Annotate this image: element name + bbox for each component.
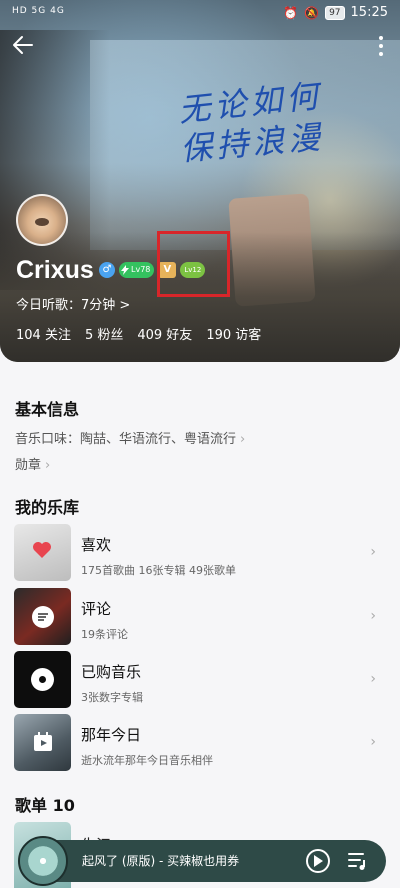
gender-badge: ♂ — [99, 262, 115, 278]
more-vertical-icon — [379, 36, 383, 40]
battery-icon: 97 — [325, 5, 345, 20]
medals-row[interactable]: 勋章 › — [15, 454, 50, 473]
chevron-right-icon: › — [240, 432, 246, 447]
disc-icon — [31, 668, 54, 691]
chevron-right-icon: › — [370, 544, 376, 560]
chevron-right-icon: › — [45, 458, 51, 473]
back-arrow-icon — [13, 36, 33, 54]
comments-thumbnail — [14, 588, 71, 645]
chevron-right-icon: › — [370, 671, 376, 687]
playlists-title: 歌单 10 — [15, 796, 75, 815]
chevron-right-icon: › — [370, 734, 376, 750]
library-item-liked[interactable]: 喜欢 175首歌曲 16张专辑 49张歌单 › — [0, 524, 400, 582]
level-badge[interactable]: Lv78 — [119, 262, 155, 278]
library-item-subtitle: 逝水流年那年今日音乐相伴 — [81, 754, 213, 767]
stat-visitors[interactable]: 190 访客 — [206, 324, 261, 343]
listen-today[interactable]: 今日听歌：7分钟 > — [16, 294, 130, 313]
mute-icon: 🔕 — [304, 5, 320, 20]
library-item-title: 那年今日 — [81, 726, 142, 744]
library-item-this-day[interactable]: 那年今日 逝水流年那年今日音乐相伴 › — [0, 714, 400, 772]
purchased-thumbnail — [14, 651, 71, 708]
calendar-icon — [34, 732, 52, 751]
alarm-icon: ⏰ — [283, 5, 299, 20]
status-bar: HD 5G 4G ⏰ 🔕 97 15:25 — [0, 0, 400, 28]
lightning-icon — [121, 265, 129, 275]
more-button[interactable] — [378, 36, 384, 56]
username: Crixus — [16, 256, 94, 284]
chevron-right-icon: › — [370, 608, 376, 624]
library-title: 我的乐库 — [15, 498, 80, 517]
play-icon — [314, 855, 323, 867]
library-item-comments[interactable]: 评论 19条评论 › — [0, 588, 400, 646]
play-button[interactable] — [306, 849, 330, 873]
medals-text: 勋章 — [15, 458, 42, 473]
avatar[interactable] — [16, 194, 68, 246]
playlist-button[interactable] — [348, 851, 368, 871]
status-right: ⏰ 🔕 97 15:25 — [283, 5, 388, 20]
highlight-box — [157, 231, 230, 297]
library-item-title: 喜欢 — [81, 536, 112, 554]
library-item-subtitle: 175首歌曲 16张专辑 49张歌单 — [81, 564, 236, 577]
comment-icon — [32, 606, 54, 628]
clock: 15:25 — [350, 5, 388, 20]
library-item-title: 评论 — [81, 600, 112, 618]
heart-icon — [33, 542, 51, 558]
library-item-subtitle: 3张数字专辑 — [81, 691, 143, 704]
library-item-title: 已购音乐 — [81, 663, 142, 681]
back-button[interactable] — [12, 34, 34, 56]
profile-stats: 104 关注 5 粉丝 409 好友 190 访客 — [16, 324, 261, 343]
stat-friends[interactable]: 409 好友 — [137, 324, 192, 343]
this-day-thumbnail — [14, 714, 71, 771]
signal-indicators: HD 5G 4G — [12, 6, 65, 16]
stat-following[interactable]: 104 关注 — [16, 324, 71, 343]
now-playing-text[interactable]: 起风了 (原版) - 买辣椒也用券 — [82, 852, 239, 869]
library-item-subtitle: 19条评论 — [81, 628, 128, 641]
playlist-icon — [348, 853, 365, 870]
basic-info-title: 基本信息 — [15, 400, 80, 419]
liked-thumbnail — [14, 524, 71, 581]
music-taste-row[interactable]: 音乐口味：陶喆、华语流行、粤语流行 › — [15, 428, 245, 447]
music-taste-text: 音乐口味：陶喆、华语流行、粤语流行 — [15, 432, 237, 447]
library-item-purchased[interactable]: 已购音乐 3张数字专辑 › — [0, 651, 400, 709]
stat-followers[interactable]: 5 粉丝 — [85, 324, 123, 343]
level-badge-label: Lv78 — [131, 265, 151, 274]
now-playing-cover[interactable] — [18, 836, 68, 886]
